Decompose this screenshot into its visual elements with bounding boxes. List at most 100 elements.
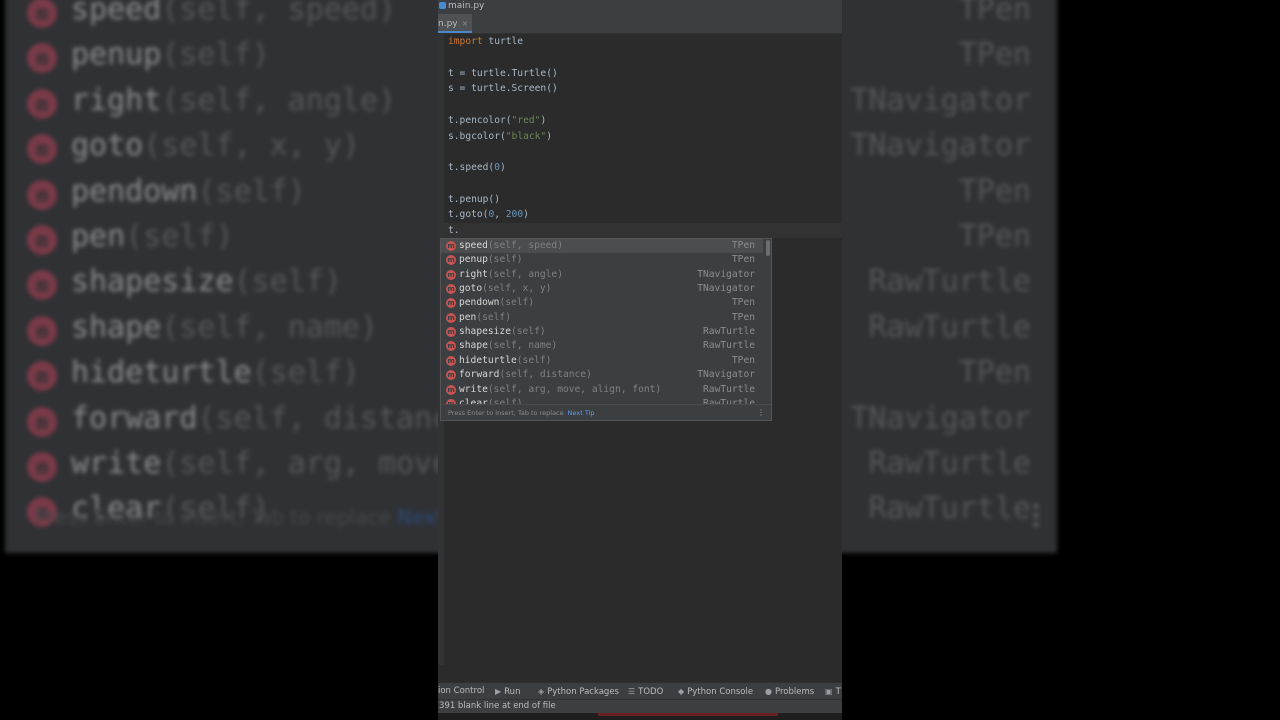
status-message: 391 blank line at end of file [439,701,556,711]
title-bar: main.py [438,0,842,14]
background-item-name: forward(self, distance) [71,401,486,436]
completion-item-name: penup(self) [459,253,523,267]
completion-item-name: hideturtle(self) [459,354,551,368]
background-method-icon: m [27,452,57,482]
method-icon: m [446,327,456,338]
background-method-name: right [71,82,162,118]
method-icon: m [446,269,456,280]
background-method-icon: m [27,43,57,74]
toolwindow-label: T [835,687,841,697]
background-method-icon: m [27,88,57,119]
background-next-link: Next [397,505,444,529]
background-item-name: right(self, angle) [71,83,396,118]
code-token: t.penup() [448,193,500,205]
completion-item-shapesize[interactable]: m shapesize(self) RawTurtle [441,325,763,339]
more-options-icon[interactable]: ⋮ [757,405,765,420]
tab-label: n.py [438,19,458,29]
completion-popup[interactable]: m speed(self, speed) TPen m penup(self) TPen m… [440,238,772,421]
window-file-name: main.py [448,1,485,11]
code-token: ) [546,130,552,142]
completion-item-forward[interactable]: m forward(self, distance) TNavigator [441,368,763,382]
code-line: s.bgcolor("black") [448,129,552,144]
method-name: speed [459,240,488,251]
code-token: t. [448,225,460,236]
background-item-name: penup(self) [71,37,270,72]
completion-item-type: RawTurtle [703,383,755,395]
next-tip-link[interactable]: Next Tip [568,409,595,417]
code-token: t.pencolor( [448,114,512,126]
completion-item-name: write(self, arg, move, align, font) [459,383,661,397]
background-method-icon: m [27,270,57,301]
background-item-name: goto(self, x, y) [71,128,360,163]
code-token: t.goto( [448,209,489,221]
completion-item-type: TPen [731,254,755,266]
toolwindow-icon: ▶ [495,687,502,696]
code-line: t.penup() [448,192,500,207]
method-args: (self, angle) [487,268,563,280]
background-method-name: write [71,446,162,481]
code-token: ) [500,162,506,173]
method-name: penup [459,254,488,266]
tool-window-bar: ion Control ▶ Run ◈ Python Packages ☰ TODO ◆ Pyt… [438,682,842,700]
completion-item-name: shape(self, name) [459,339,557,353]
code-line: t = turtle.Turtle() [448,66,558,81]
toolwindow-icon: ● [765,687,772,696]
method-args: (self) [516,354,552,366]
background-more-icon: ● ● ● [1033,501,1040,530]
background-item-type: RawTurtle [868,309,1031,345]
completion-item-name: goto(self, x, y) [459,282,551,296]
completion-item-goto[interactable]: m goto(self, x, y) TNavigator [441,282,763,296]
completion-item-right[interactable]: m right(self, angle) TNavigator [441,268,763,282]
background-item-type: RawTurtle [868,491,1031,527]
code-token: "red" [511,114,541,126]
background-item-name: write(self, arg, move [71,446,450,481]
background-item-type: RawTurtle [868,446,1031,481]
code-line: t.goto(0, 200) [448,207,529,222]
code-token: import [448,36,483,47]
completion-item-hideturtle[interactable]: m hideturtle(self) TPen [441,354,763,368]
toolwindow-icon: ▣ [825,687,833,696]
code-token: t.speed( [448,162,495,173]
completion-item-name: shapesize(self) [459,325,546,339]
completion-item-name: right(self, angle) [459,268,563,282]
code-line: t.pencolor("red") [448,113,546,128]
code-line: import turtle [448,34,523,49]
popup-scrollbar-thumb[interactable] [766,240,770,256]
completion-item-write[interactable]: m write(self, arg, move, align, font) RawT… [441,383,763,397]
background-method-args: (self) [251,355,360,391]
background-method-args: (self) [197,173,306,209]
background-item-type: RawTurtle [868,264,1031,300]
completion-item-penup[interactable]: m penup(self) TPen [441,253,763,267]
background-method-icon: m [27,0,57,28]
completion-item-pen[interactable]: m pen(self) TPen [441,311,763,325]
method-name: shape [459,340,488,352]
background-hint: Press Enter to insert, Tab to replace Ne… [35,505,444,529]
method-icon: m [446,341,456,352]
close-icon[interactable]: × [462,19,469,28]
completion-item-pendown[interactable]: m pendown(self) TPen [441,296,763,310]
code-token: "black" [505,130,547,142]
method-args: (self, arg, move, align, font) [487,383,662,395]
method-args: (self) [499,297,535,309]
toolwindow-icon: ◈ [538,687,545,696]
completion-footer: Press Enter to insert, Tab to replace Nex… [441,404,771,420]
tab-main-py[interactable]: n.py × [438,14,473,33]
background-method-name: shapesize [71,264,234,300]
background-method-name: hideturtle [71,355,252,391]
background-method-icon: m [27,315,57,346]
background-method-args: (self, x, y) [143,128,360,164]
code-token: 200 [505,209,524,221]
code-token: s = turtle.Screen() [448,83,558,95]
completion-item-shape[interactable]: m shape(self, name) RawTurtle [441,339,763,353]
completion-item-type: RawTurtle [703,340,755,352]
method-icon: m [446,284,456,295]
toolwindow-label: Problems [774,687,815,697]
method-icon: m [446,355,456,366]
method-name: pen [459,311,477,323]
toolwindow-ion-control[interactable]: ion Control [438,683,484,700]
background-method-args: (self, speed) [161,0,397,27]
background-hint-text: Press Enter to insert, Tab to replace [35,505,391,529]
completion-item-speed[interactable]: m speed(self, speed) TPen [441,239,763,253]
method-icon: m [446,384,456,395]
background-method-icon: m [27,179,57,210]
